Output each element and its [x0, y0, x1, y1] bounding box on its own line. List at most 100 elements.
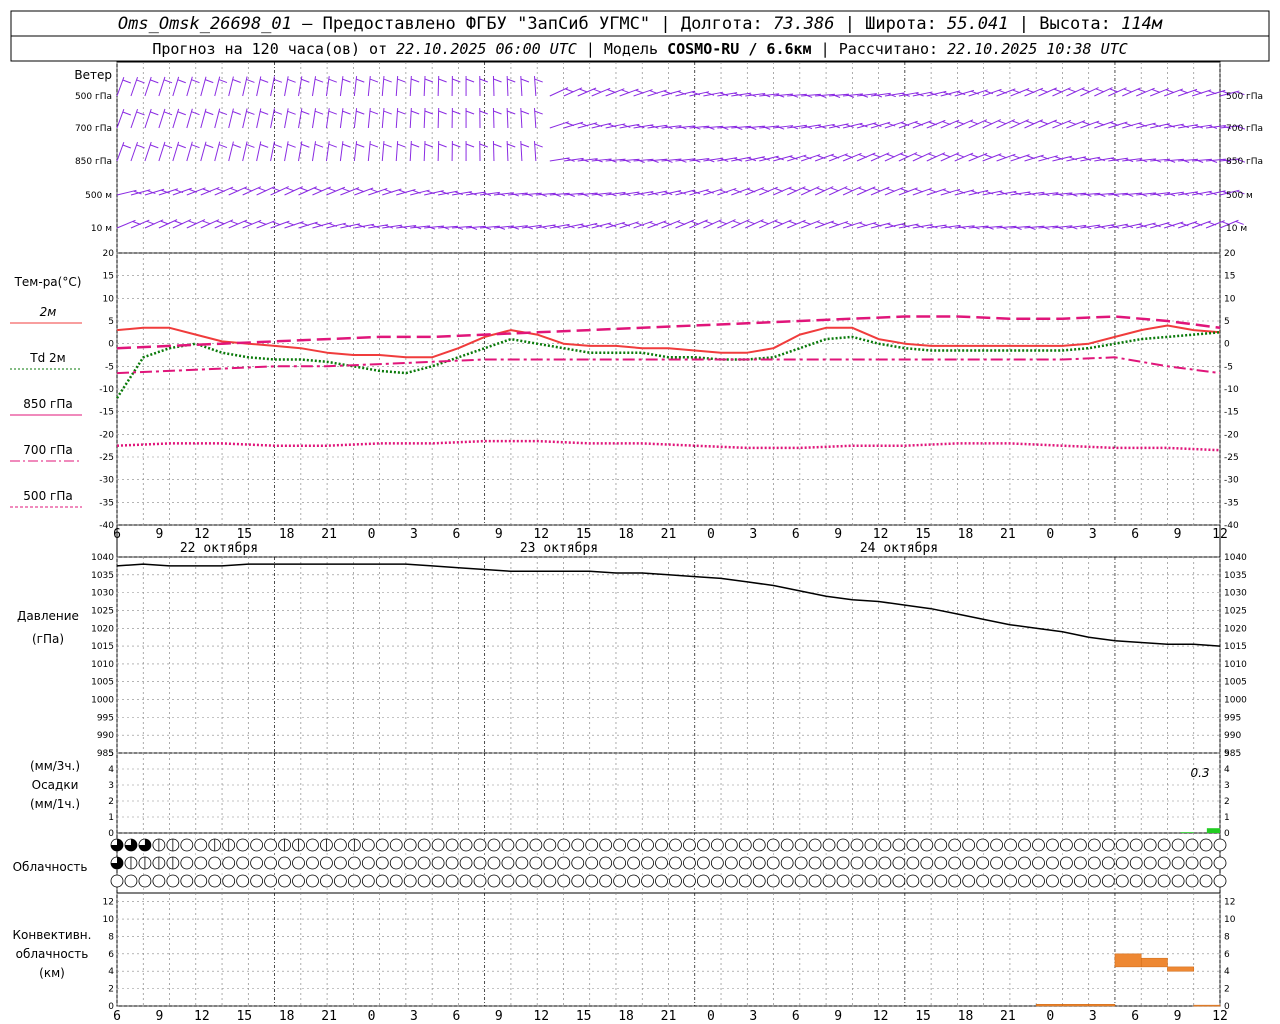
cloud-symbol [1157, 856, 1171, 870]
precip-ytick-right: 2 [1224, 797, 1230, 807]
cloud-symbol [920, 874, 934, 888]
wind-barb-feather [342, 143, 351, 148]
temp-ytick-left: -30 [99, 476, 114, 486]
cloud-symbol [1032, 874, 1045, 888]
cloud-symbol [766, 874, 780, 888]
wind-barb-feather [1067, 120, 1077, 125]
cloud-symbol [1143, 838, 1157, 852]
x-tick-label: 6 [1131, 527, 1139, 542]
cloud-symbol [669, 856, 682, 870]
precip-ytick-right: 1 [1224, 813, 1230, 823]
cloud-symbol [166, 874, 180, 888]
cloud-symbol [1129, 838, 1143, 852]
cloud-symbol [152, 874, 166, 888]
wind-barb-feather [410, 78, 420, 83]
cloud-symbol [1004, 874, 1017, 888]
cloud-symbol [1157, 874, 1171, 888]
cloud-symbol [487, 838, 501, 852]
cloud-symbol [1032, 856, 1045, 870]
cloud-symbol [836, 856, 850, 870]
press-ytick-right: 1010 [1224, 660, 1247, 670]
cloud-symbol [333, 838, 347, 852]
cloud-symbol [710, 856, 724, 870]
x-tick-label-bottom: 6 [1131, 1009, 1139, 1024]
cloud-symbol [571, 838, 585, 852]
cloud-symbol [1143, 856, 1157, 870]
temp-ytick-left: 15 [103, 272, 114, 282]
cloud-symbol [1185, 856, 1199, 870]
cloud-symbol [962, 874, 976, 888]
cloud-symbol [250, 874, 264, 888]
wind-barb-feather [1123, 88, 1132, 93]
cloud-symbol [1004, 856, 1017, 870]
wind-barb-feather [216, 220, 225, 225]
wind-barb-feather [1109, 88, 1118, 93]
cloud-symbol [515, 838, 529, 852]
precip-ytick-left: 2 [108, 797, 114, 807]
cloud-symbol [347, 874, 361, 888]
x-tick-label-bottom: 15 [915, 1009, 931, 1024]
cloud-symbol [1171, 838, 1185, 852]
calc-label: Рассчитано: [839, 40, 938, 58]
wind-barb-feather [397, 78, 406, 83]
wind-barb-feather [202, 220, 211, 225]
wind-barb-feather [287, 143, 296, 148]
press-ytick-left: 1030 [91, 589, 114, 599]
temp-ytick-right: 0 [1224, 340, 1230, 350]
cloud-symbol [320, 856, 333, 870]
cloud-symbol [1046, 856, 1059, 870]
wind-barb-feather [341, 187, 351, 192]
conv-ytick-right: 2 [1224, 985, 1230, 995]
wind-barb-feather [1137, 88, 1146, 93]
date-label: 24 октября [860, 541, 938, 556]
wind-barb-feather [1151, 88, 1161, 93]
press-ytick-left: 1000 [91, 696, 114, 706]
cloud-symbol [724, 874, 738, 888]
cloud-symbol [627, 856, 640, 870]
model-label: Модель [604, 40, 658, 58]
wind-barb-feather [774, 220, 783, 225]
cloud-symbol [543, 856, 557, 870]
wind-barb-feather [886, 187, 895, 192]
wind-barb-feather [328, 143, 337, 148]
cloud-symbol [1018, 838, 1031, 852]
temp-ytick-right: -25 [1224, 453, 1239, 463]
wind-barb-feather [1011, 120, 1021, 125]
conv-ytick-right: 10 [1224, 915, 1236, 925]
conv-ytick-right: 8 [1224, 932, 1230, 942]
station-name: Oms_Omsk_26698_01 [118, 14, 292, 34]
conv-bar [1062, 1004, 1089, 1007]
cloud-symbol [487, 856, 501, 870]
cloud-symbol [822, 838, 836, 852]
wind-barb-staff [437, 140, 440, 162]
x-tick-label-bottom: 3 [1089, 1009, 1097, 1024]
cloud-symbol [683, 856, 696, 870]
x-tick-label: 18 [279, 527, 295, 542]
cloud-symbol [822, 856, 836, 870]
wind-barb-feather [218, 111, 228, 116]
header-line-1: Oms_Omsk_26698_01 – Предоставлено ФГБУ "… [118, 14, 1163, 34]
wind-barb-feather [479, 78, 488, 83]
conv-bar [1114, 953, 1142, 968]
wind-barb-feather [246, 78, 255, 83]
cloud-symbol [515, 874, 529, 888]
wind-barb-staff [409, 108, 412, 129]
date-label: 23 октября [520, 541, 598, 556]
cloud-symbol [822, 874, 836, 888]
cloud-symbol [1213, 874, 1227, 888]
cloud-symbol [1157, 838, 1171, 852]
wind-barb-feather [163, 79, 173, 84]
cloud-symbol [543, 874, 557, 888]
cloud-symbol [194, 856, 208, 870]
cloud-symbol [110, 874, 124, 888]
cloud-symbol [264, 838, 277, 852]
cloud-symbol [473, 874, 487, 888]
wind-barb-feather [259, 143, 269, 148]
wind-barb-feather [410, 110, 420, 115]
cloud-symbol [306, 874, 319, 888]
axis-ticks: 20 2015 1510 105 50 0-5 -5-10 -10-15 -15-20 -20-2… [91, 249, 1247, 1024]
wind-barb-feather [410, 143, 420, 148]
conv-ytick-right: 4 [1224, 967, 1230, 977]
press-ytick-right: 1030 [1224, 589, 1247, 599]
cloud-symbol [962, 856, 976, 870]
